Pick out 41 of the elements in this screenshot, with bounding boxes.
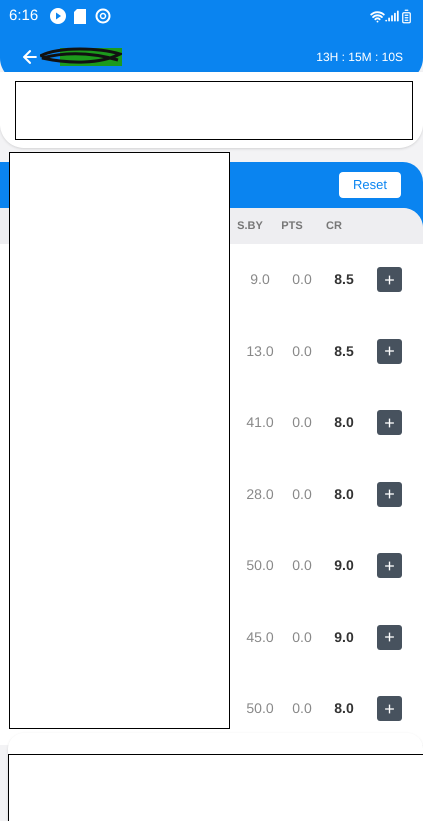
add-button[interactable]: + xyxy=(377,624,402,650)
add-button[interactable]: + xyxy=(377,696,402,722)
table-cell-text: 45.0 xyxy=(245,628,275,647)
add-button[interactable]: + xyxy=(377,553,402,578)
table-cell-text: 0.0 xyxy=(291,699,313,718)
table-cell-text: 13.0 xyxy=(245,342,275,361)
table-cell-text: 0.0 xyxy=(291,413,313,432)
table-cell-text: 8.0 xyxy=(333,413,355,432)
table-cell-text: 50.0 xyxy=(245,699,275,718)
signal-icon xyxy=(385,9,399,23)
table-cell-text: 8.0 xyxy=(333,699,355,718)
sync-icon xyxy=(95,8,112,24)
status-time: 6:16 xyxy=(9,6,38,26)
countdown-timer: 13H : 15M : 10S xyxy=(316,49,403,66)
table-cell-text: 9.0 xyxy=(333,628,355,647)
table-cell-text: 0.0 xyxy=(291,342,313,361)
table-cell-text: 50.0 xyxy=(245,556,275,576)
play-icon xyxy=(50,8,66,24)
table-cell-text: 8.5 xyxy=(333,270,355,290)
add-button[interactable]: + xyxy=(377,410,402,436)
battery-icon xyxy=(399,8,414,24)
table-cell-text: 0.0 xyxy=(291,270,313,290)
add-button[interactable]: + xyxy=(377,338,402,364)
reset-button[interactable]: Reset xyxy=(339,172,401,198)
table-cell-text: 0.0 xyxy=(291,556,313,576)
column-header: PTS xyxy=(280,218,304,234)
column-header: S.BY xyxy=(236,218,264,234)
table-cell-text: 41.0 xyxy=(245,413,275,432)
table-cell-text: 0.0 xyxy=(291,628,313,647)
table-cell-text: 9.0 xyxy=(333,556,355,576)
add-button[interactable]: + xyxy=(377,482,402,507)
table-cell-text: 8.0 xyxy=(333,484,355,504)
back-icon[interactable] xyxy=(20,47,40,67)
wifi-icon xyxy=(370,8,385,24)
table-cell-text: 9.0 xyxy=(249,270,271,290)
column-header: CR xyxy=(325,218,343,234)
table-cell-text: 8.5 xyxy=(333,342,355,361)
sd-card-icon xyxy=(74,8,86,24)
table-cell-text: 28.0 xyxy=(245,484,275,504)
table-cell-text: 0.0 xyxy=(291,484,313,504)
add-button[interactable]: + xyxy=(377,267,402,292)
